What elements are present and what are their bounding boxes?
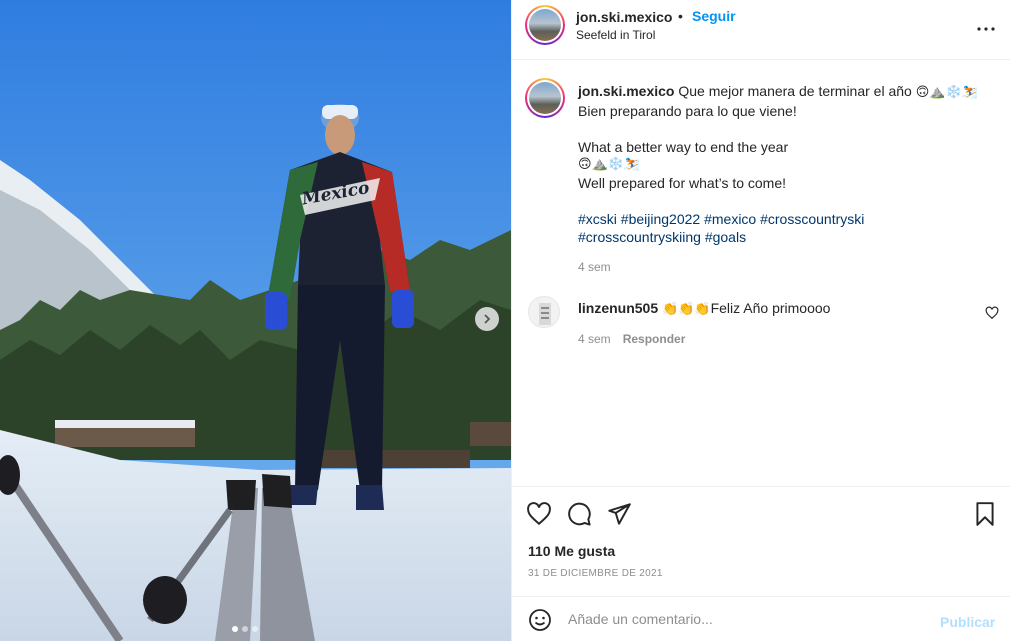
likes-count[interactable]: 110 Me gusta [528,543,615,559]
post-header: jon.ski.mexico • Seguir Seefeld in Tirol [512,0,1010,60]
next-arrow-icon [484,314,491,324]
post-date: 31 DE DICIEMBRE DE 2021 [528,568,663,579]
reply-button[interactable]: Responder [623,332,686,346]
emoji-icon[interactable] [528,608,552,632]
avatar-image [539,303,551,325]
comment-meta: 4 sem Responder [578,332,685,346]
avatar-image [529,9,561,41]
caption-hashtags[interactable]: #crosscountryskiing #goals [578,228,998,246]
follow-button[interactable]: Seguir [692,8,736,24]
header-separator: • [678,8,683,24]
comment-item: linzenun505 👏👏👏Feliz Año primoooo [578,299,830,319]
caption-emoji: 🙃⛰️❄️⛷️ [915,85,978,100]
post-container: Mexico jon.ski.mexico • Seguir Seefeld i… [0,0,1010,641]
post-caption: jon.ski.mexico Que mejor manera de termi… [578,82,998,246]
carousel-indicator [232,626,258,632]
caption-text: Que mejor manera de terminar el año [678,83,912,99]
heart-icon[interactable] [526,501,552,527]
comment-icon[interactable] [566,501,592,527]
caption-text: What a better way to end the year [578,139,789,155]
share-icon[interactable] [606,501,632,527]
caption-emoji: 🙃⛰️❄️⛷️ [578,157,641,172]
post-side-panel: jon.ski.mexico • Seguir Seefeld in Tirol… [511,0,1010,641]
carousel-dot [252,626,258,632]
post-location[interactable]: Seefeld in Tirol [576,28,655,42]
commenter-avatar[interactable] [528,296,560,328]
add-comment-bar: Publicar [512,596,1010,641]
author-username[interactable]: jon.ski.mexico [576,9,672,25]
caption-text: Bien preparando para lo que viene! [578,103,797,119]
post-photo[interactable]: Mexico [0,0,511,641]
comment-timestamp: 4 sem [578,332,611,346]
caption-text: Well prepared for what’s to come! [578,175,787,191]
photo-scene: Mexico [0,0,511,641]
carousel-dot-active [232,626,238,632]
more-options-icon[interactable] [974,17,998,41]
next-slide-button[interactable] [475,307,499,331]
caption-timestamp: 4 sem [578,260,611,274]
carousel-dot [242,626,248,632]
comment-text: Feliz Año primoooo [710,300,831,316]
author-avatar[interactable] [525,5,565,45]
bookmark-icon[interactable] [972,501,998,527]
commenter-username[interactable]: linzenun505 [578,300,658,316]
caption-username[interactable]: jon.ski.mexico [578,83,674,99]
publish-button[interactable]: Publicar [940,614,995,630]
post-actions: 110 Me gusta 31 DE DICIEMBRE DE 2021 [512,486,1010,596]
caption-line: jon.ski.mexico Que mejor manera de termi… [578,82,998,102]
caption-author-avatar[interactable] [525,78,565,118]
avatar-image [529,82,561,114]
small-heart-icon[interactable] [985,306,999,320]
comment-emoji: 👏👏👏 [662,302,711,317]
comment-input[interactable] [568,609,928,629]
caption-hashtags[interactable]: #xcski #beijing2022 #mexico #crosscountr… [578,210,998,228]
